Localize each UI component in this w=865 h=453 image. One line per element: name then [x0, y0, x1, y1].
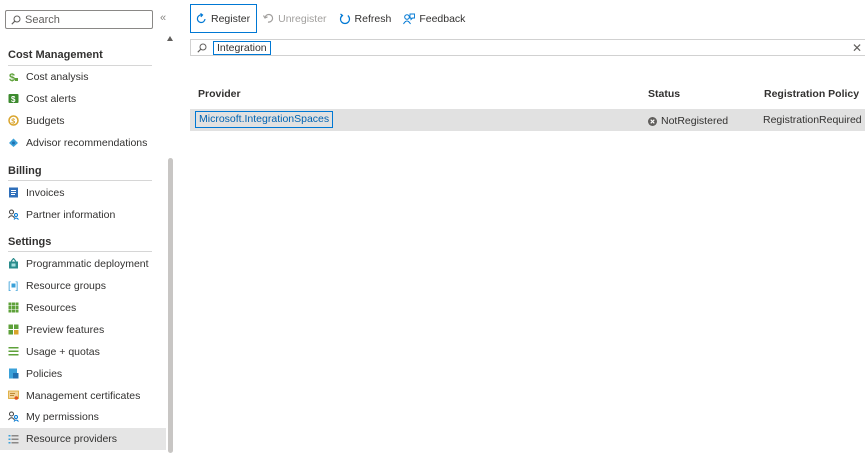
- cost-analysis-icon: $: [8, 71, 19, 82]
- sidebar-item-invoices[interactable]: Invoices: [0, 182, 166, 203]
- partner-icon: [8, 209, 19, 220]
- sidebar-item-label: Programmatic deployment: [26, 257, 149, 270]
- column-header-registration-policy[interactable]: Registration Policy: [764, 88, 859, 100]
- section-divider: [8, 180, 152, 181]
- section-header-billing: Billing: [8, 165, 42, 177]
- section-header-settings: Settings: [8, 236, 52, 248]
- feedback-button[interactable]: Feedback: [397, 4, 471, 33]
- programmatic-deployment-icon: [8, 258, 19, 269]
- cost-alerts-icon: $: [8, 93, 19, 104]
- permissions-icon: [8, 411, 19, 422]
- resource-providers-icon: [8, 434, 19, 445]
- sidebar-item-label: Budgets: [26, 114, 65, 127]
- column-header-status[interactable]: Status: [648, 88, 680, 100]
- status-text: NotRegistered: [661, 115, 729, 127]
- section-header-cost-management: Cost Management: [8, 49, 103, 61]
- search-icon: [11, 15, 21, 25]
- sidebar-item-resource-providers[interactable]: Resource providers: [0, 428, 166, 450]
- resource-groups-icon: []: [8, 280, 19, 291]
- section-divider: [8, 251, 152, 252]
- sidebar-item-budgets[interactable]: $ Budgets: [0, 110, 166, 131]
- preview-features-icon: [8, 324, 19, 335]
- refresh-label: Refresh: [354, 12, 392, 25]
- feedback-icon: [403, 13, 416, 24]
- table-row[interactable]: Microsoft.IntegrationSpaces NotRegistere…: [190, 109, 865, 131]
- sidebar-item-label: Policies: [26, 367, 63, 380]
- register-icon: [196, 13, 206, 24]
- svg-text:[: [: [8, 281, 11, 291]
- not-registered-icon: [648, 116, 657, 126]
- search-icon: [197, 43, 207, 53]
- sidebar-item-label: Resource providers: [26, 433, 118, 445]
- sidebar-item-label: Resource groups: [26, 279, 106, 292]
- sidebar-item-cost-analysis[interactable]: $ Cost analysis: [0, 66, 166, 87]
- register-label: Register: [211, 12, 251, 25]
- sidebar-item-resources[interactable]: Resources: [0, 297, 166, 318]
- sidebar-item-partner-information[interactable]: Partner information: [0, 204, 166, 225]
- sidebar-item-management-certificates[interactable]: Management certificates: [0, 385, 166, 406]
- certificates-icon: [8, 390, 19, 401]
- sidebar-item-label: Cost alerts: [26, 92, 77, 105]
- filter-value: Integration: [213, 40, 271, 55]
- sidebar-item-label: Partner information: [26, 208, 116, 221]
- clear-filter-button[interactable]: ✕: [852, 41, 862, 55]
- resources-icon: [8, 302, 19, 313]
- advisor-icon: [8, 137, 19, 148]
- invoices-icon: [8, 187, 19, 198]
- svg-text:]: ]: [16, 281, 19, 291]
- refresh-button[interactable]: Refresh: [333, 4, 398, 33]
- sidebar-scrollbar[interactable]: [168, 158, 173, 453]
- sidebar-item-preview-features[interactable]: Preview features: [0, 319, 166, 340]
- sidebar: Search « Cost Management $ Cost analysis…: [0, 0, 178, 453]
- usage-quotas-icon: [8, 346, 19, 357]
- sidebar-item-label: Cost analysis: [26, 70, 89, 83]
- sidebar-item-cost-alerts[interactable]: $ Cost alerts: [0, 88, 166, 109]
- unregister-label: Unregister: [278, 12, 327, 25]
- budgets-icon: $: [8, 115, 19, 126]
- sidebar-item-label: Advisor recommendations: [26, 136, 148, 149]
- sidebar-item-label: Resources: [26, 301, 77, 314]
- unregister-icon: [263, 13, 274, 23]
- sidebar-item-resource-groups[interactable]: [] Resource groups: [0, 275, 166, 296]
- status-cell: NotRegistered: [648, 115, 728, 127]
- sidebar-item-programmatic-deployment[interactable]: Programmatic deployment: [0, 253, 166, 274]
- search-placeholder: Search: [25, 13, 60, 26]
- svg-text:$: $: [11, 119, 15, 126]
- registration-policy-text: RegistrationRequired: [763, 114, 862, 126]
- sidebar-item-usage-quotas[interactable]: Usage + quotas: [0, 341, 166, 362]
- filter-input[interactable]: Integration ✕: [190, 39, 865, 56]
- svg-text:$: $: [11, 95, 16, 104]
- sidebar-item-my-permissions[interactable]: My permissions: [0, 406, 166, 427]
- scroll-up-arrow-icon[interactable]: [167, 36, 173, 41]
- sidebar-search-input[interactable]: Search: [5, 10, 153, 29]
- sidebar-item-label: Usage + quotas: [26, 345, 100, 358]
- svg-text:$: $: [9, 72, 15, 82]
- sidebar-item-label: Preview features: [26, 323, 105, 336]
- sidebar-item-label: Invoices: [26, 186, 65, 199]
- sidebar-item-label: Management certificates: [26, 389, 141, 402]
- unregister-button[interactable]: Unregister: [257, 4, 332, 33]
- command-toolbar: Register Unregister Refresh Feedback: [190, 4, 471, 33]
- register-button[interactable]: Register: [190, 4, 258, 33]
- collapse-sidebar-button[interactable]: «: [160, 12, 166, 24]
- sidebar-item-policies[interactable]: Policies: [0, 363, 166, 384]
- sidebar-item-label: My permissions: [26, 410, 99, 423]
- column-header-provider[interactable]: Provider: [198, 88, 241, 100]
- feedback-label: Feedback: [419, 12, 466, 25]
- sidebar-item-advisor-recommendations[interactable]: Advisor recommendations: [0, 132, 166, 153]
- provider-name-link[interactable]: Microsoft.IntegrationSpaces: [195, 111, 334, 128]
- policies-icon: [8, 368, 19, 379]
- refresh-icon: [339, 13, 350, 24]
